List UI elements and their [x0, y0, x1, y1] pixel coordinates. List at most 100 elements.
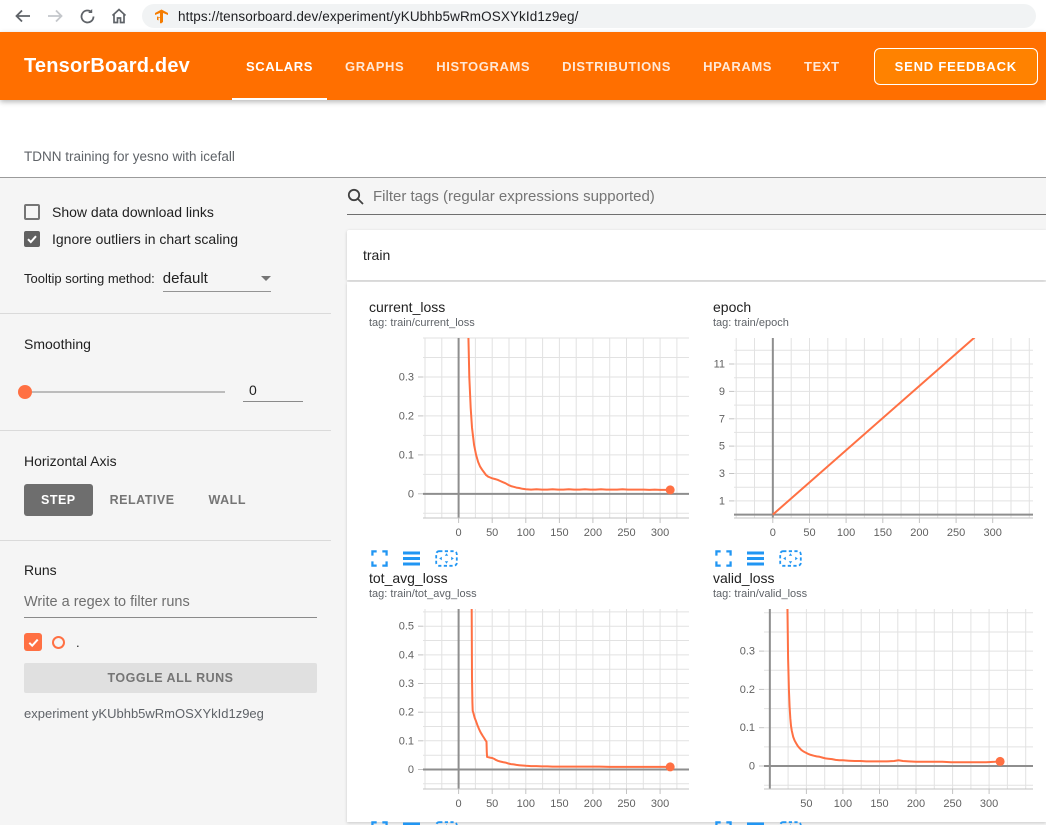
svg-text:11: 11 [714, 359, 725, 371]
browser-chrome: https://tensorboard.dev/experiment/yKUbh… [0, 0, 1046, 32]
log-scale-icon[interactable] [402, 550, 421, 567]
svg-text:200: 200 [584, 798, 602, 810]
tooltip-sorting-value: default [163, 270, 208, 287]
scalar-line-chart[interactable]: 05010015020025030000.10.20.30.40.5 [357, 605, 695, 820]
haxis-step-button[interactable]: STEP [24, 484, 93, 516]
horizontal-axis-label: Horizontal Axis [24, 453, 317, 469]
chart-title: tot_avg_loss [369, 569, 701, 587]
smoothing-slider-thumb[interactable] [18, 385, 32, 399]
scalar-chart-card: tot_avg_loss tag: train/tot_avg_loss 050… [357, 569, 701, 825]
scalar-chart-card: epoch tag: train/epoch 05010015020025030… [701, 298, 1045, 567]
reload-icon[interactable] [74, 3, 100, 29]
tag-filter-placeholder: Filter tags (regular expressions support… [373, 188, 655, 205]
svg-text:0: 0 [749, 761, 755, 773]
svg-text:50: 50 [800, 798, 812, 810]
experiment-title: TDNN training for yesno with icefall [24, 149, 235, 164]
fit-domain-to-data-icon[interactable] [779, 550, 802, 567]
send-feedback-button[interactable]: SEND FEEDBACK [874, 48, 1038, 85]
tab-hparams[interactable]: HPARAMS [687, 32, 788, 100]
chevron-down-icon [261, 276, 271, 281]
app-header: TensorBoard.dev SCALARS GRAPHS HISTOGRAM… [0, 32, 1046, 100]
svg-text:0.3: 0.3 [399, 372, 414, 384]
fit-domain-to-data-icon[interactable] [435, 550, 458, 567]
show-download-links-checkbox-row[interactable]: Show data download links [24, 204, 317, 220]
chart-actions [715, 550, 1045, 567]
fit-domain-to-data-icon[interactable] [779, 821, 802, 825]
svg-text:0.2: 0.2 [399, 410, 414, 422]
svg-text:100: 100 [834, 798, 852, 810]
tooltip-sorting-dropdown[interactable]: default [163, 270, 271, 292]
home-icon[interactable] [106, 3, 132, 29]
svg-text:300: 300 [651, 798, 669, 810]
svg-text:100: 100 [837, 527, 855, 539]
checkbox-checked-icon[interactable] [24, 231, 40, 247]
tensorboard-favicon [154, 9, 169, 24]
run-checkbox-checked-icon[interactable] [24, 633, 42, 651]
svg-text:150: 150 [550, 527, 568, 539]
svg-text:0.1: 0.1 [399, 449, 414, 461]
runs-filter-input[interactable]: Write a regex to filter runs [24, 594, 317, 618]
haxis-wall-button[interactable]: WALL [192, 484, 263, 516]
svg-text:250: 250 [617, 527, 635, 539]
expand-card-icon[interactable] [371, 550, 388, 567]
back-icon[interactable] [10, 3, 36, 29]
expand-card-icon[interactable] [715, 550, 732, 567]
smoothing-slider[interactable] [24, 391, 225, 393]
expand-card-icon[interactable] [715, 821, 732, 825]
svg-text:250: 250 [943, 798, 961, 810]
tab-histograms[interactable]: HISTOGRAMS [420, 32, 546, 100]
charts-card: current_loss tag: train/current_loss 050… [347, 282, 1046, 822]
toggle-all-runs-button[interactable]: TOGGLE ALL RUNS [24, 663, 317, 693]
haxis-relative-button[interactable]: RELATIVE [93, 484, 192, 516]
svg-text:0.2: 0.2 [740, 684, 755, 696]
expand-card-icon[interactable] [371, 821, 388, 825]
svg-text:200: 200 [910, 527, 928, 539]
tab-scalars[interactable]: SCALARS [230, 32, 329, 100]
tag-filter-input[interactable]: Filter tags (regular expressions support… [347, 188, 1046, 215]
svg-text:150: 150 [870, 798, 888, 810]
scalar-line-chart[interactable]: 5010015020025030000.10.20.3 [701, 605, 1039, 820]
svg-text:5: 5 [719, 441, 725, 453]
svg-text:0.2: 0.2 [399, 707, 414, 719]
ignore-outliers-label: Ignore outliers in chart scaling [52, 231, 238, 247]
log-scale-icon[interactable] [402, 821, 421, 825]
app-logo: TensorBoard.dev [24, 55, 190, 78]
log-scale-icon[interactable] [746, 550, 765, 567]
svg-text:1: 1 [719, 495, 725, 507]
section-header-train[interactable]: train [347, 230, 1046, 280]
forward-icon[interactable] [42, 3, 68, 29]
tab-graphs[interactable]: GRAPHS [329, 32, 420, 100]
experiment-id-line: experiment yKUbhb5wRmOSXYkId1z9eg [24, 706, 317, 721]
svg-text:0.4: 0.4 [399, 649, 414, 661]
chart-actions [371, 821, 701, 825]
svg-text:0.3: 0.3 [399, 678, 414, 690]
scalar-line-chart[interactable]: 0501001502002503001357911 [701, 334, 1039, 549]
experiment-title-bar: TDNN training for yesno with icefall [0, 100, 1046, 178]
chart-title: epoch [713, 298, 1045, 316]
chart-title: valid_loss [713, 569, 1045, 587]
url-bar[interactable]: https://tensorboard.dev/experiment/yKUbh… [142, 4, 1036, 28]
svg-text:7: 7 [719, 413, 725, 425]
scalar-line-chart[interactable]: 05010015020025030000.10.20.3 [357, 334, 695, 549]
fit-domain-to-data-icon[interactable] [435, 821, 458, 825]
svg-text:0.1: 0.1 [740, 722, 755, 734]
scalar-chart-card: valid_loss tag: train/valid_loss 50 100 15… [701, 569, 1045, 825]
svg-text:300: 300 [980, 798, 998, 810]
tab-distributions[interactable]: DISTRIBUTIONS [546, 32, 687, 100]
ignore-outliers-checkbox-row[interactable]: Ignore outliers in chart scaling [24, 231, 317, 247]
chart-tag: tag: train/valid_loss [713, 587, 1045, 601]
log-scale-icon[interactable] [746, 821, 765, 825]
tooltip-sorting-label: Tooltip sorting method: [24, 271, 155, 286]
svg-text:300: 300 [984, 527, 1002, 539]
horizontal-axis-toggle-group: STEP RELATIVE WALL [24, 484, 317, 516]
run-name: . [76, 635, 80, 650]
svg-text:200: 200 [907, 798, 925, 810]
checkbox-unchecked-icon[interactable] [24, 204, 40, 220]
svg-text:0: 0 [456, 527, 462, 539]
smoothing-value-field[interactable]: 0 [243, 382, 303, 402]
scalar-chart-card: current_loss tag: train/current_loss 050… [357, 298, 701, 567]
svg-text:0.5: 0.5 [399, 621, 414, 633]
tab-text[interactable]: TEXT [788, 32, 856, 100]
show-download-links-label: Show data download links [52, 204, 214, 220]
svg-text:3: 3 [719, 468, 725, 480]
